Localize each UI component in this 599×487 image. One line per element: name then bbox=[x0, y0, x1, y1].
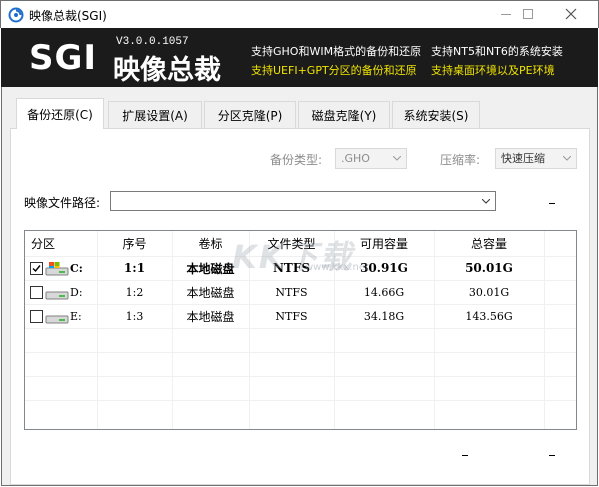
drive-letter: E: bbox=[70, 310, 82, 323]
logo-sgi: SGI bbox=[29, 38, 98, 78]
minimize-icon[interactable] bbox=[501, 14, 511, 15]
filesystem-type: NTFS bbox=[275, 285, 308, 299]
watermark-url: www.kkx.net bbox=[305, 262, 369, 273]
feature-gho-wim: 支持GHO和WIM格式的备份和还原 bbox=[251, 45, 422, 58]
chevron-down-icon bbox=[393, 156, 401, 161]
total-size: 50.01G bbox=[465, 261, 513, 275]
feature-nt5-nt6: 支持NT5和NT6的系统安装 bbox=[431, 45, 563, 58]
window-title: 映像总裁(SGI) bbox=[29, 9, 107, 23]
tab-backup-restore[interactable]: 备份还原(C) bbox=[16, 98, 104, 129]
close-icon[interactable] bbox=[563, 6, 579, 22]
partition-checkbox[interactable] bbox=[30, 262, 43, 275]
version-text: V3.0.0.1057 bbox=[116, 36, 189, 48]
tab-partition-clone[interactable]: 分区克隆(P) bbox=[204, 101, 296, 128]
image-path-input[interactable] bbox=[110, 191, 496, 211]
header-banner: SGI V3.0.0.1057 映像总裁 支持GHO和WIM格式的备份和还原 支… bbox=[1, 28, 598, 87]
total-size: 143.56G bbox=[465, 309, 513, 323]
partition-index: 1:2 bbox=[125, 285, 144, 299]
maximize-icon[interactable] bbox=[523, 9, 533, 19]
status-dash bbox=[549, 455, 555, 456]
compression-select[interactable]: 快速压缩 bbox=[495, 148, 577, 169]
tab-system-install[interactable]: 系统安装(S) bbox=[392, 101, 480, 128]
system-disk-icon bbox=[45, 262, 69, 276]
partition-index: 1:3 bbox=[125, 309, 144, 323]
drive-letter: D: bbox=[70, 286, 83, 299]
partition-index: 1:1 bbox=[123, 261, 146, 275]
column-header-partition[interactable]: 分区 bbox=[25, 231, 97, 256]
column-header-total[interactable]: 总容量 bbox=[434, 231, 544, 256]
compression-label: 压缩率: bbox=[440, 153, 481, 167]
filesystem-type: NTFS bbox=[275, 309, 308, 323]
status-dash bbox=[549, 203, 555, 204]
drive-letter: C: bbox=[70, 262, 83, 275]
backup-type-label: 备份类型: bbox=[270, 153, 323, 167]
tab-extended-settings[interactable]: 扩展设置(A) bbox=[108, 101, 202, 128]
backup-type-value: .GHO bbox=[341, 152, 370, 165]
partition-checkbox[interactable] bbox=[30, 310, 43, 323]
hard-disk-icon bbox=[45, 291, 69, 300]
volume-label: 本地磁盘 bbox=[186, 309, 235, 324]
app-icon bbox=[8, 7, 24, 23]
feature-uefi-gpt: 支持UEFI+GPT分区的备份和还原 bbox=[251, 64, 417, 77]
chevron-down-icon bbox=[563, 156, 571, 161]
total-size: 30.01G bbox=[468, 285, 510, 299]
tab-disk-clone[interactable]: 磁盘克隆(Y) bbox=[298, 101, 390, 128]
compression-value: 快速压缩 bbox=[501, 152, 545, 165]
volume-label: 本地磁盘 bbox=[186, 285, 235, 300]
title-bar: 映像总裁(SGI) bbox=[0, 0, 599, 28]
backup-type-select[interactable]: .GHO bbox=[335, 148, 407, 169]
free-space: 14.66G bbox=[363, 285, 405, 299]
partition-checkbox[interactable] bbox=[30, 286, 43, 299]
chevron-down-icon[interactable] bbox=[482, 199, 490, 204]
column-header-index[interactable]: 序号 bbox=[97, 231, 172, 256]
free-space: 34.18G bbox=[363, 309, 405, 323]
hard-disk-icon bbox=[45, 315, 69, 324]
checkmark-icon bbox=[32, 265, 41, 273]
feature-desktop-pe: 支持桌面环境以及PE环境 bbox=[431, 64, 555, 77]
status-dash bbox=[462, 455, 468, 456]
logo-cn-title: 映像总裁 bbox=[113, 55, 221, 86]
image-path-label: 映像文件路径: bbox=[24, 196, 101, 210]
